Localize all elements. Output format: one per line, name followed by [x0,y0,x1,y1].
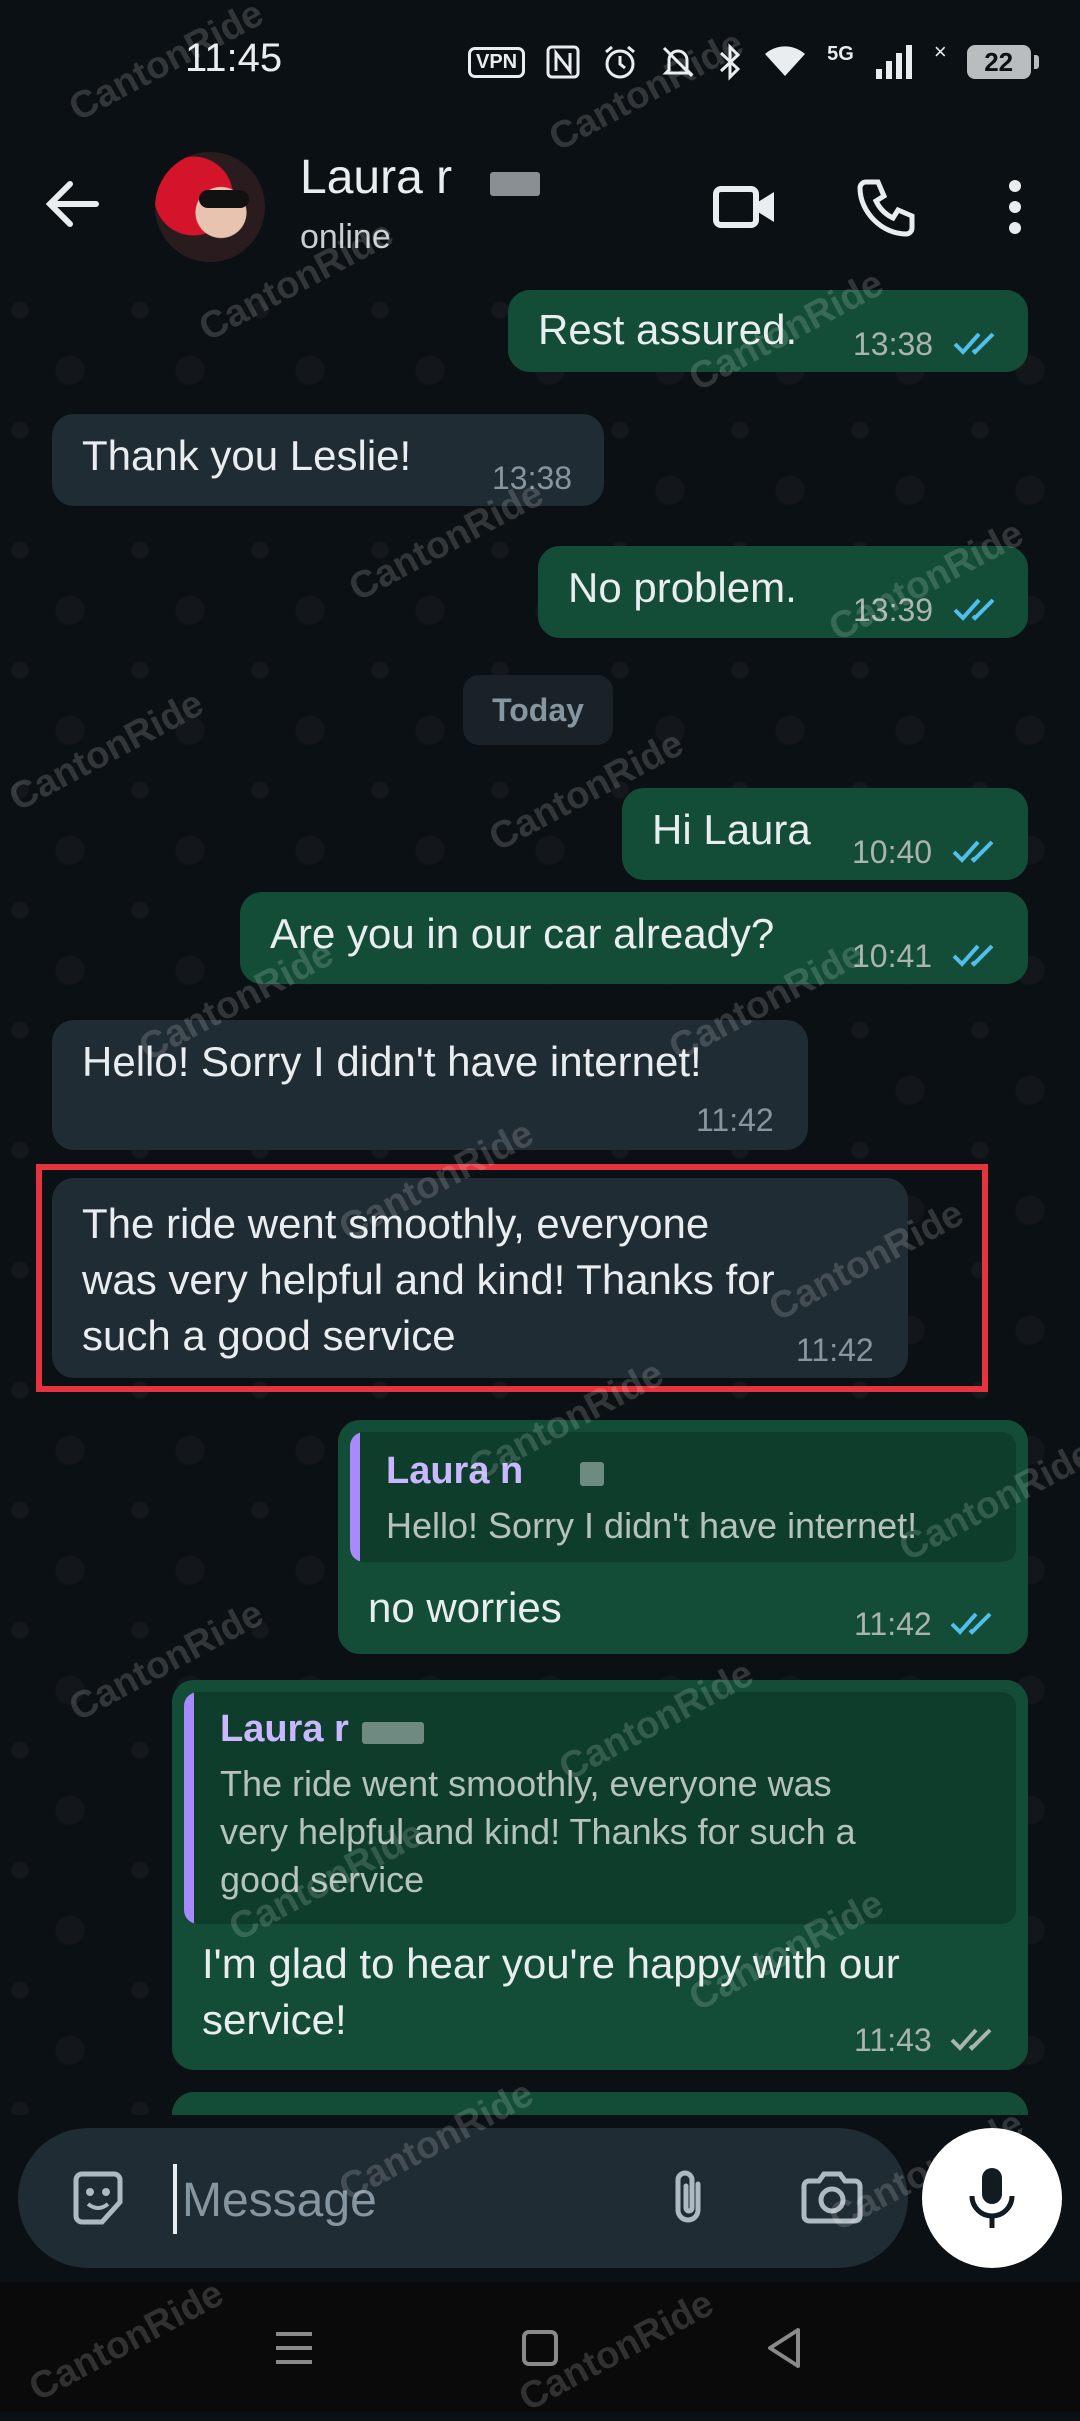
sticker-emoji-icon[interactable] [66,2166,130,2230]
vpn-icon: VPN [468,46,526,78]
mic-icon [969,2168,1015,2228]
quote-text: The ride went smoothly, everyone was ver… [220,1763,856,1900]
back-arrow-icon[interactable] [40,172,104,236]
read-ticks-icon [953,598,995,621]
mute-icon [662,46,694,78]
date-separator: Today [463,675,613,745]
contact-status: online [300,218,391,256]
message-text: Thank you Leslie! [82,432,412,479]
quote-accent-bar [350,1432,360,1562]
battery-icon: 22 [966,45,1039,79]
name-redaction [580,1462,604,1486]
message-time: 13:39 [853,592,934,628]
video-call-icon[interactable] [710,172,780,242]
message-outgoing[interactable]: No problem. 13:39 [538,546,1028,638]
read-ticks-icon [953,332,995,355]
name-redaction [362,1722,424,1744]
avatar-glasses [199,190,249,208]
recents-icon[interactable] [268,2322,320,2374]
wifi-icon [765,46,806,76]
status-bar: 11:45 VPN 5G × 22 [0,0,1080,120]
back-nav-icon[interactable] [758,2322,810,2374]
alarm-icon [605,45,636,79]
message-time: 10:40 [852,834,933,870]
read-ticks-icon [950,1612,992,1635]
message-text: Are you in our car already? [270,910,775,957]
status-time: 11:45 [185,36,283,80]
attach-icon[interactable] [658,2166,722,2230]
message-time: 11:42 [854,1606,932,1642]
avatar[interactable] [155,152,265,262]
quote-author: Laura r [220,1708,349,1750]
chat-area[interactable]: Rest assured. 13:38 Thank you Leslie! 13… [0,290,1080,2115]
message-time: 13:38 [853,326,934,362]
read-ticks-icon [952,840,994,863]
message-time: 11:42 [696,1102,774,1138]
bluetooth-icon [720,43,741,81]
read-ticks-icon [952,944,994,967]
message-input[interactable] [180,2162,624,2238]
nfc-icon [546,45,580,79]
phone-icon[interactable] [852,172,922,242]
highlight-box [36,1164,988,1392]
more-vert-icon[interactable] [980,172,1050,242]
no-signal-icon: × [933,39,947,64]
signal-bars-icon [875,45,912,79]
quote-accent-bar [184,1692,194,1924]
message-text: Hello! Sorry I didn't have internet! [82,1038,702,1085]
message-text: Rest assured. [538,306,798,353]
voice-record-button[interactable] [922,2128,1062,2268]
message-outgoing[interactable]: Hi Laura 10:40 [622,788,1028,880]
quote-author: Laura n [386,1450,524,1492]
message-outgoing[interactable]: Are you in our car already? 10:41 [240,892,1028,984]
message-outgoing-partial[interactable] [172,2092,1028,2115]
message-outgoing-reply[interactable]: Laura n Hello! Sorry I didn't have inter… [338,1420,1028,1654]
home-icon[interactable] [514,2322,566,2374]
text-cursor [173,2164,177,2234]
contact-name[interactable]: Laura r [300,150,452,205]
delivered-ticks-icon [950,2028,992,2051]
message-text: no worries [368,1584,562,1631]
message-outgoing-reply[interactable]: Laura r The ride went smoothly, everyone… [172,1680,1028,2070]
camera-icon[interactable] [798,2166,866,2230]
name-redaction [490,172,540,196]
reply-quote[interactable]: Laura r The ride went smoothly, everyone… [184,1692,1016,1924]
message-text: Hi Laura [652,806,811,853]
reply-quote[interactable]: Laura n Hello! Sorry I didn't have inter… [350,1432,1016,1562]
message-time: 10:41 [852,938,933,974]
status-icons: VPN 5G × 22 [468,39,1039,84]
message-time: 11:43 [854,2022,932,2058]
message-time: 13:38 [492,460,573,496]
signal-icon: 5G [827,43,854,65]
system-nav-bar [0,2282,1080,2412]
message-incoming[interactable]: Thank you Leslie! 13:38 [52,414,604,506]
message-incoming[interactable]: Hello! Sorry I didn't have internet! 11:… [52,1020,808,1150]
message-input-bar [18,2128,908,2268]
message-text: No problem. [568,564,797,611]
message-outgoing[interactable]: Rest assured. 13:38 [508,290,1028,372]
message-text: I'm glad to hear you're happy with our s… [202,1940,900,2043]
chat-header: Laura r online [0,120,1080,290]
quote-text: Hello! Sorry I didn't have internet! [386,1505,918,1546]
